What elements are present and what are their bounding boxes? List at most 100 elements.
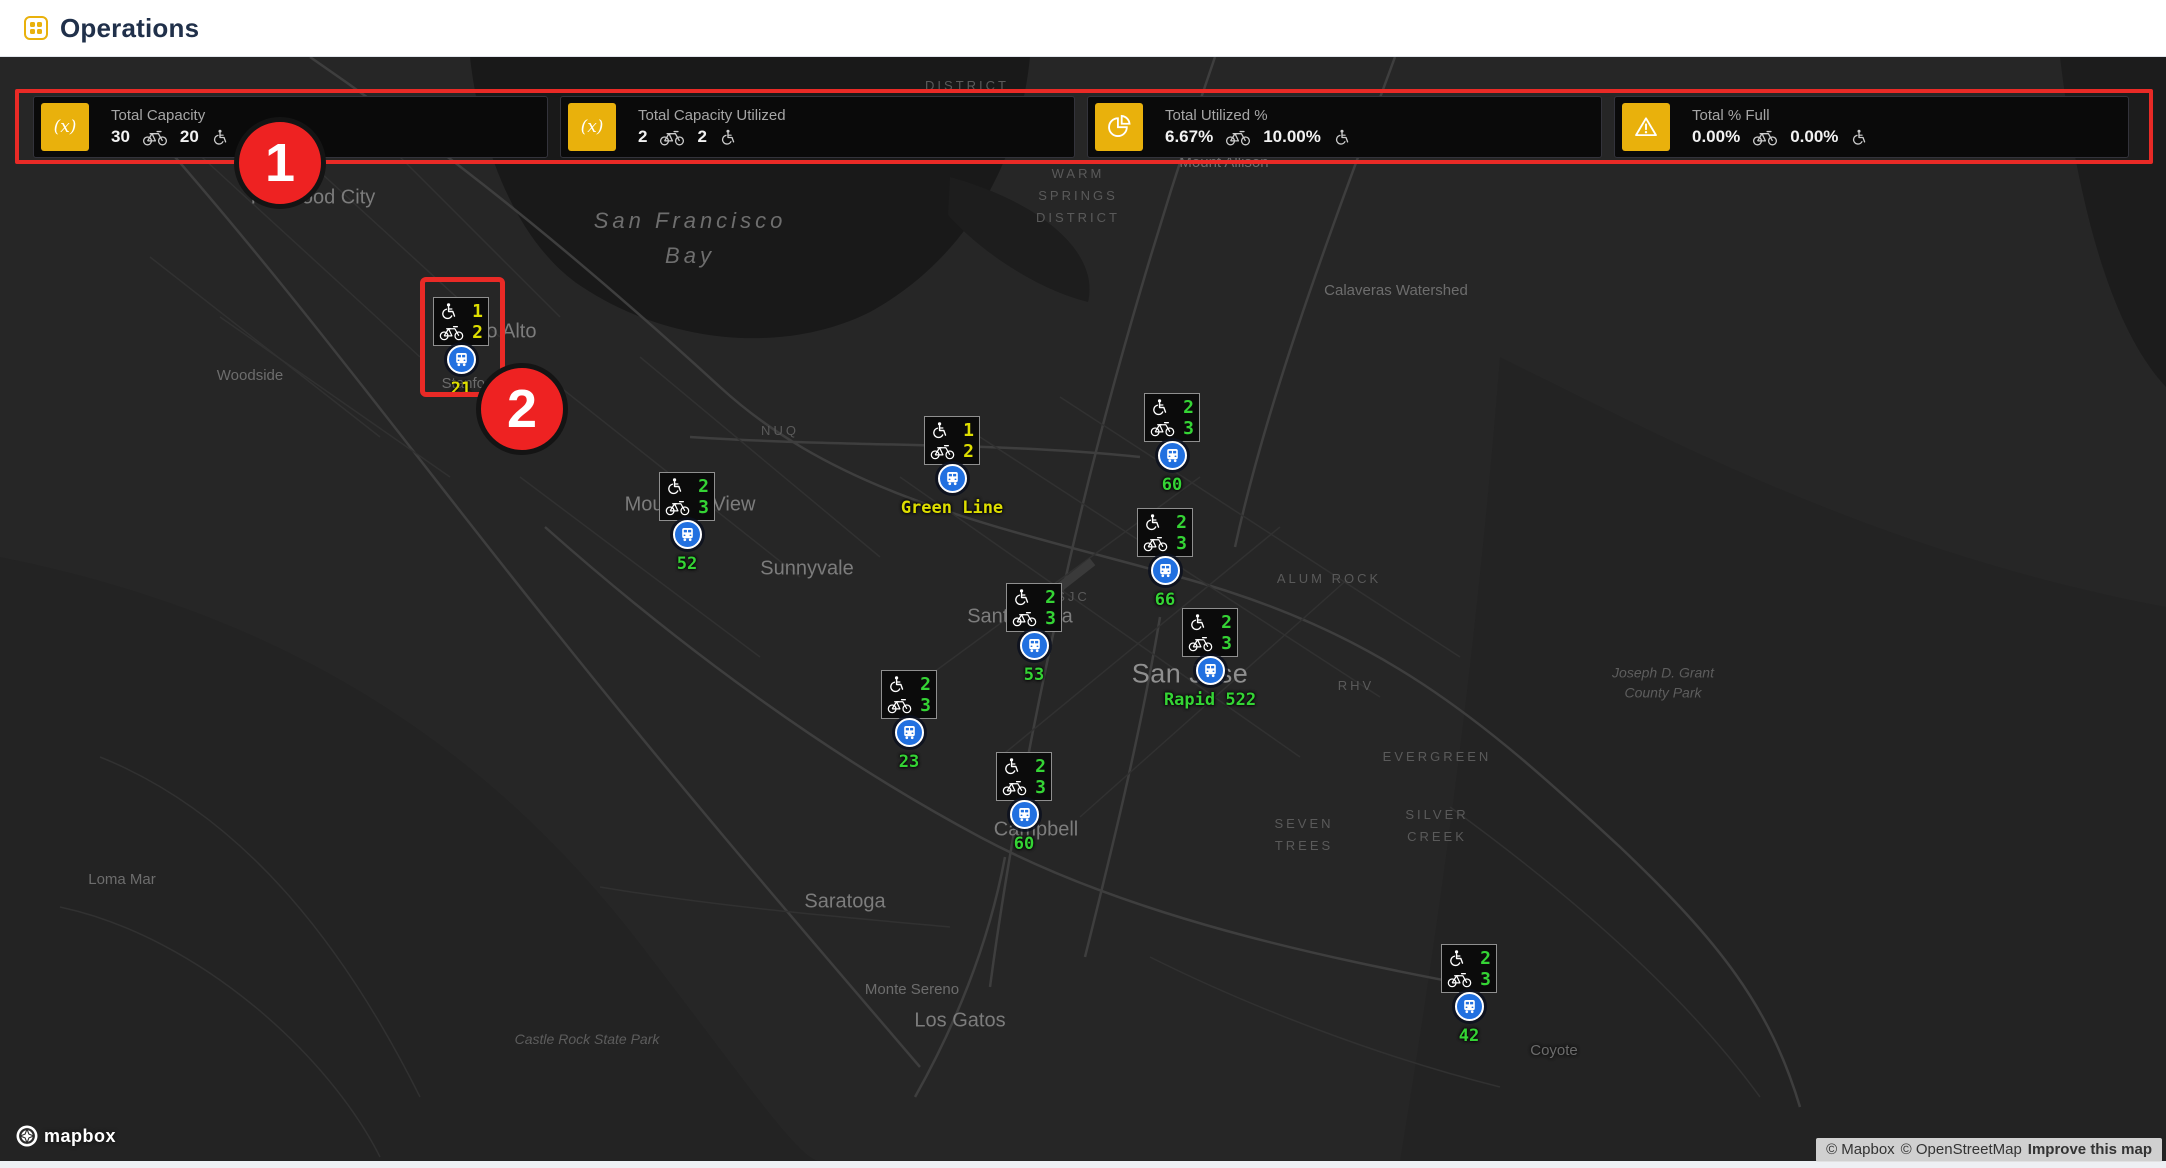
bike-count: 3: [920, 695, 931, 716]
station-marker-box: 2 3: [1006, 583, 1062, 632]
route-label: 42: [1459, 1026, 1479, 1046]
bus-icon: [679, 526, 696, 543]
station-marker-box: 2 3: [1441, 944, 1497, 993]
bus-stop-icon[interactable]: [673, 520, 702, 549]
bus-icon: [1164, 447, 1181, 464]
bike-icon: [1447, 971, 1472, 988]
route-label: 53: [1024, 665, 1044, 685]
osm-attribution-link[interactable]: © OpenStreetMap: [1901, 1141, 2022, 1158]
wheelchair-icon: [719, 128, 735, 147]
route-label: Rapid 522: [1164, 690, 1256, 710]
station-marker-route-21-stanford[interactable]: 1 2 21: [433, 297, 489, 399]
bus-icon: [1016, 806, 1033, 823]
wheelchair-count: 1: [472, 301, 483, 322]
bike-count: 2: [963, 441, 974, 462]
kpi-card-title: Total % Full: [1692, 107, 1866, 124]
bike-icon: [439, 324, 464, 341]
map-roads-artwork: [0, 57, 2166, 1161]
kpi-bike-value: 30: [111, 127, 130, 147]
station-marker-box: 1 2: [924, 416, 980, 465]
mapbox-icon: [16, 1125, 38, 1147]
bike-icon: [142, 129, 168, 146]
bus-stop-icon[interactable]: [1010, 800, 1039, 829]
improve-map-link[interactable]: Improve this map: [2028, 1141, 2152, 1158]
bike-icon: [1012, 610, 1037, 627]
wheelchair-icon: [1850, 128, 1866, 147]
bike-icon: [1188, 635, 1213, 652]
bike-icon: [1143, 535, 1168, 552]
bike-count: 3: [1183, 418, 1194, 439]
wheelchair-icon: [1150, 398, 1167, 417]
page-title: Operations: [60, 13, 199, 44]
station-marker-box: 2 3: [659, 472, 715, 521]
pie-chart-icon: [1106, 114, 1132, 140]
station-marker-box: 2 3: [996, 752, 1052, 801]
station-marker-route-66[interactable]: 2 3 66: [1137, 508, 1193, 610]
wheelchair-icon: [211, 128, 227, 147]
station-marker-route-23[interactable]: 2 3 23: [881, 670, 937, 772]
bus-icon: [1202, 662, 1219, 679]
mapbox-logo[interactable]: mapbox: [16, 1125, 116, 1147]
wheelchair-count: 2: [920, 674, 931, 695]
station-marker-route-42[interactable]: 2 3 42: [1441, 944, 1497, 1046]
station-marker-box: 2 3: [1144, 393, 1200, 442]
bus-icon: [1461, 998, 1478, 1015]
app-header: Operations: [0, 0, 2166, 57]
wheelchair-count: 2: [1045, 587, 1056, 608]
kpi-card-icon: (x): [41, 103, 89, 151]
kpi-wheelchair-value: 0.00%: [1790, 127, 1838, 147]
warning-icon: [1633, 114, 1659, 140]
kpi-wheelchair-value: 20: [180, 127, 199, 147]
station-marker-route-52[interactable]: 2 3 52: [659, 472, 715, 574]
bus-icon: [1157, 562, 1174, 579]
bike-count: 3: [1045, 608, 1056, 629]
wheelchair-count: 2: [1035, 756, 1046, 777]
station-marker-green-line[interactable]: 1 2 Green Lin: [924, 416, 980, 518]
wheelchair-icon: [1333, 128, 1349, 147]
bus-stop-icon[interactable]: [1455, 992, 1484, 1021]
mapbox-attribution-link[interactable]: © Mapbox: [1826, 1141, 1895, 1158]
route-label: 23: [899, 752, 919, 772]
wheelchair-icon: [930, 421, 947, 440]
wheelchair-icon: [1447, 949, 1464, 968]
bus-icon: [453, 351, 470, 368]
bike-icon: [1150, 420, 1175, 437]
kpi-card-total-pct-full: Total % Full 0.00% 0.00%: [1614, 96, 2129, 158]
bike-count: 3: [1221, 633, 1232, 654]
kpi-card-icon: (x): [568, 103, 616, 151]
bus-stop-icon[interactable]: [447, 345, 476, 374]
route-label: 60: [1162, 475, 1182, 495]
operations-screen: Operations: [0, 0, 2166, 1168]
station-marker-rapid-522[interactable]: 2 3 Rapid 522: [1182, 608, 1238, 710]
bus-stop-icon[interactable]: [1158, 441, 1187, 470]
kpi-bike-value: 2: [638, 127, 647, 147]
bike-count: 3: [1176, 533, 1187, 554]
route-label: 66: [1155, 590, 1175, 610]
bus-stop-icon[interactable]: [895, 718, 924, 747]
map-attribution: © Mapbox © OpenStreetMap Improve this ma…: [1816, 1138, 2162, 1162]
bus-stop-icon[interactable]: [938, 464, 967, 493]
bus-stop-icon[interactable]: [1020, 631, 1049, 660]
kpi-card-total-capacity-utilized: (x) Total Capacity Utilized 2 2: [560, 96, 1075, 158]
bus-stop-icon[interactable]: [1196, 656, 1225, 685]
kpi-wheelchair-value: 10.00%: [1263, 127, 1321, 147]
route-label: Green Line: [901, 498, 1003, 518]
bike-icon: [1002, 779, 1027, 796]
formula-icon: (x): [54, 117, 77, 137]
map-canvas[interactable]: [0, 57, 2166, 1161]
kpi-card-total-capacity: (x) Total Capacity 30 20: [33, 96, 548, 158]
bus-stop-icon[interactable]: [1151, 556, 1180, 585]
wheelchair-icon: [1002, 757, 1019, 776]
wheelchair-icon: [1012, 588, 1029, 607]
wheelchair-icon: [439, 302, 456, 321]
wheelchair-icon: [887, 675, 904, 694]
station-marker-route-60-campbell[interactable]: 2 3 60: [996, 752, 1052, 854]
station-marker-route-53[interactable]: 2 3 53: [1006, 583, 1062, 685]
wheelchair-count: 2: [1183, 397, 1194, 418]
kpi-card-icon: [1622, 103, 1670, 151]
wheelchair-count: 2: [1480, 948, 1491, 969]
kpi-card-total-utilized-pct: Total Utilized % 6.67% 10.00%: [1087, 96, 1602, 158]
bike-count: 2: [472, 322, 483, 343]
kpi-bike-value: 6.67%: [1165, 127, 1213, 147]
station-marker-route-60-north[interactable]: 2 3 60: [1144, 393, 1200, 495]
